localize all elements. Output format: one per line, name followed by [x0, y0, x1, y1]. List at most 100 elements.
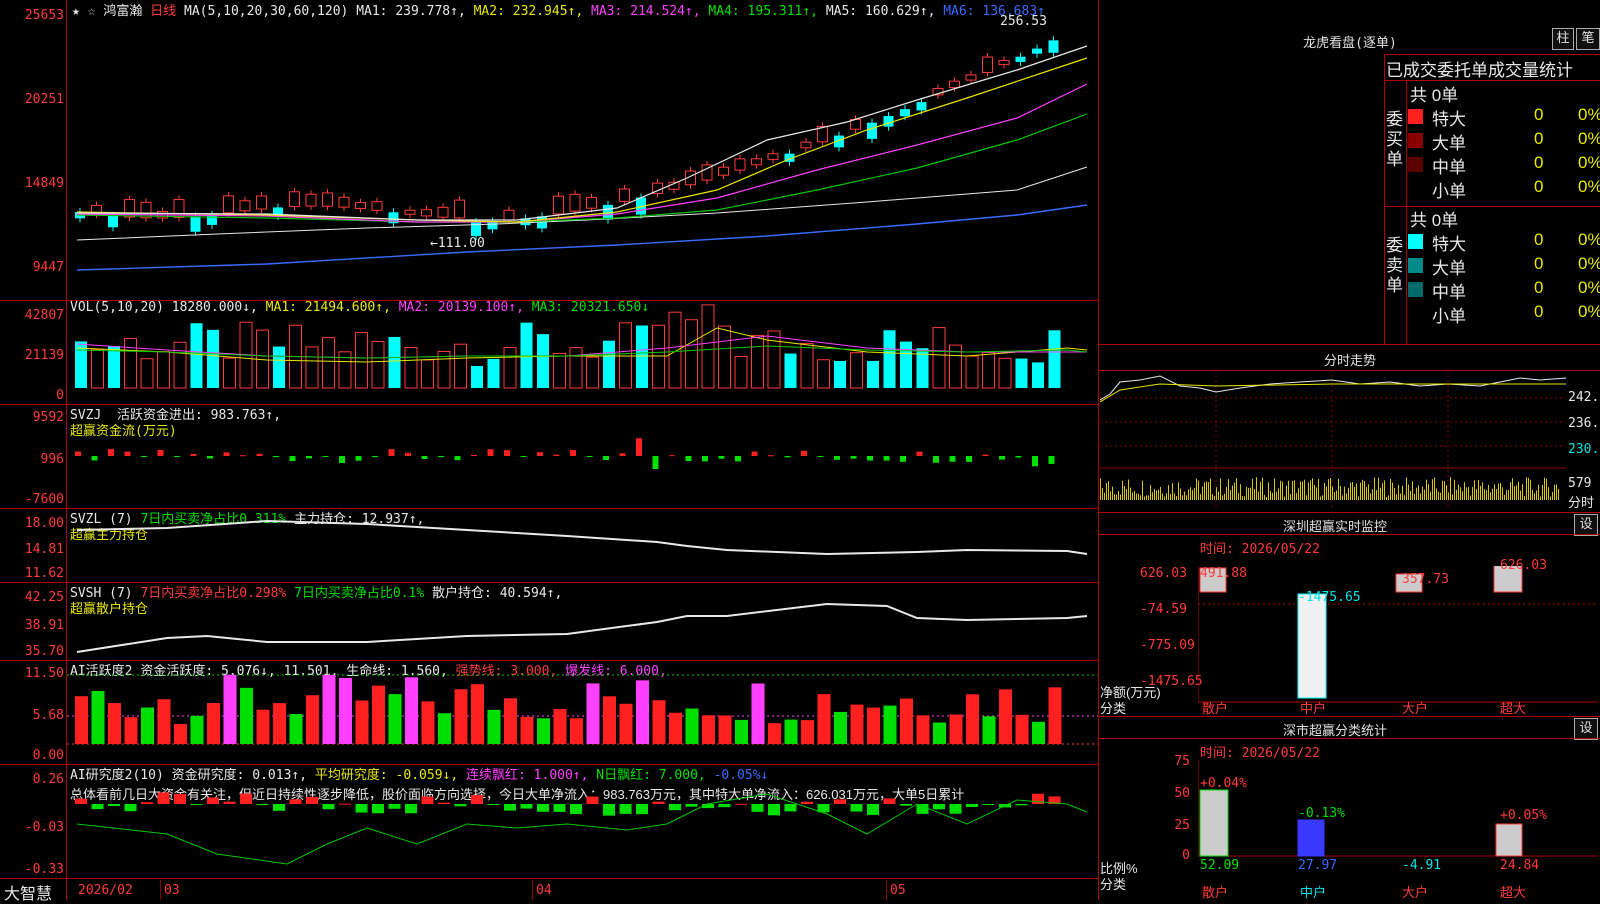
research-bar	[454, 804, 467, 807]
ai2-axis-1: 0.26	[32, 772, 64, 787]
research-bar	[768, 804, 780, 816]
intraday-vol-bar	[1148, 495, 1149, 500]
intraday-vol-bar	[1486, 490, 1487, 500]
sz-class-settings-button[interactable]: 设	[1574, 718, 1598, 740]
volume-chart[interactable]	[67, 300, 1098, 404]
candle	[1015, 56, 1026, 62]
activity-bar	[306, 695, 319, 744]
intraday-vol-bar	[1314, 484, 1315, 500]
activity-bar	[454, 689, 468, 744]
candle	[371, 201, 383, 211]
activity-bar	[91, 690, 105, 744]
szc-cat-1: 散户	[1202, 885, 1229, 900]
intraday-vol-bar	[1110, 491, 1111, 500]
sz-monitor-settings-button[interactable]: 设	[1574, 514, 1598, 536]
volume-bar	[305, 346, 319, 389]
brand-logo[interactable]: 大智慧	[4, 880, 52, 904]
intraday-vol-bar	[1300, 481, 1301, 500]
svzl-chart[interactable]	[67, 508, 1098, 582]
volume-bar	[701, 304, 715, 389]
ai2-chart[interactable]	[67, 764, 1098, 878]
candle	[256, 195, 267, 210]
activity-bar	[801, 720, 814, 744]
research-bar	[603, 804, 615, 816]
research-bar	[883, 798, 896, 804]
intraday-vol-bar	[1464, 482, 1465, 500]
svsh-chart[interactable]	[67, 582, 1098, 660]
sell-order-label: 委卖单	[1386, 236, 1403, 295]
ai2-axis-2: -0.03	[24, 820, 64, 835]
flow-bar	[900, 456, 906, 462]
intraday-vol-bar	[1478, 480, 1479, 500]
flow-bar	[537, 452, 543, 456]
candle	[223, 195, 234, 214]
research-bar	[339, 803, 351, 805]
activity-bar	[784, 719, 798, 744]
research-bar	[504, 804, 516, 811]
szc-xlabel: 分类	[1100, 877, 1127, 892]
intraday-vol-bar	[1186, 495, 1187, 500]
intraday-vol-bar	[1546, 478, 1547, 500]
sell-row-m: 中单00%	[1408, 278, 1600, 302]
svzj-chart[interactable]	[67, 404, 1098, 508]
volume-bar	[569, 347, 583, 389]
intraday-vol-bar	[1536, 490, 1537, 500]
candle	[108, 215, 118, 228]
intraday-vol-bar	[1210, 478, 1211, 500]
candle	[1048, 40, 1059, 53]
price-axis-2: 20251	[24, 92, 64, 107]
intraday-vol-bar	[1500, 482, 1501, 500]
ai1-chart[interactable]	[67, 660, 1098, 764]
sz-val-3: 357.73	[1402, 572, 1449, 587]
volume-bar	[520, 322, 533, 388]
svsh-axis-1: 42.25	[24, 590, 64, 605]
intraday-vol-bar	[1226, 487, 1227, 500]
candlestick-chart[interactable]	[67, 0, 1098, 300]
volume-bar	[834, 360, 846, 388]
intraday-vol-bar	[1510, 482, 1511, 500]
intraday-vol-bar	[1488, 484, 1489, 500]
volume-bar	[800, 342, 814, 389]
sz-monitor-chart[interactable]	[1198, 566, 1598, 716]
volume-bar	[900, 341, 912, 388]
vol-axis-2: 21139	[24, 348, 64, 363]
volume-bar	[1048, 330, 1061, 388]
intraday-vol-bar	[1246, 487, 1247, 500]
candle	[553, 195, 564, 215]
intraday-vol-bar	[1412, 481, 1413, 500]
buy-row-m: 中单00%	[1408, 153, 1600, 177]
intraday-vol-bar	[1230, 490, 1231, 500]
candle	[569, 193, 581, 212]
sell-total: 共 0单	[1410, 211, 1459, 230]
volume-bar	[421, 359, 434, 389]
candle	[734, 158, 746, 171]
flow-bar	[916, 451, 923, 456]
intraday-vol-bar	[1336, 490, 1337, 500]
intraday-vol-bar	[1420, 493, 1421, 500]
intraday-vol-bar	[1170, 493, 1171, 500]
flow-bar	[751, 451, 758, 456]
research-bar	[355, 804, 368, 813]
flow-bar	[801, 450, 807, 456]
intraday-vol-bar	[1380, 487, 1381, 500]
intraday-vol-bar	[1554, 484, 1555, 500]
activity-bar	[207, 702, 220, 744]
candle	[421, 209, 432, 217]
intraday-vol-bar	[1402, 485, 1403, 500]
tick-mode-button[interactable]: 笔	[1576, 28, 1600, 50]
intraday-chart[interactable]	[1100, 370, 1566, 510]
volume-bar	[388, 336, 401, 388]
sz-axis-2: -74.59	[1140, 602, 1187, 617]
flow-bar	[405, 452, 411, 456]
szc-cat-4: 超大	[1500, 885, 1527, 900]
intraday-vol-bar	[1408, 484, 1409, 500]
candle	[355, 202, 366, 210]
intraday-vol-bar	[1418, 485, 1419, 500]
intraday-vol-bar	[1410, 490, 1411, 500]
volume-bar	[784, 353, 797, 388]
intraday-vol-bar	[1316, 487, 1317, 500]
vol-axis-3: 0	[56, 388, 64, 403]
bar-mode-button[interactable]: 柱	[1552, 28, 1574, 50]
buy-total: 共 0单	[1410, 86, 1459, 105]
activity-bar	[355, 700, 369, 744]
